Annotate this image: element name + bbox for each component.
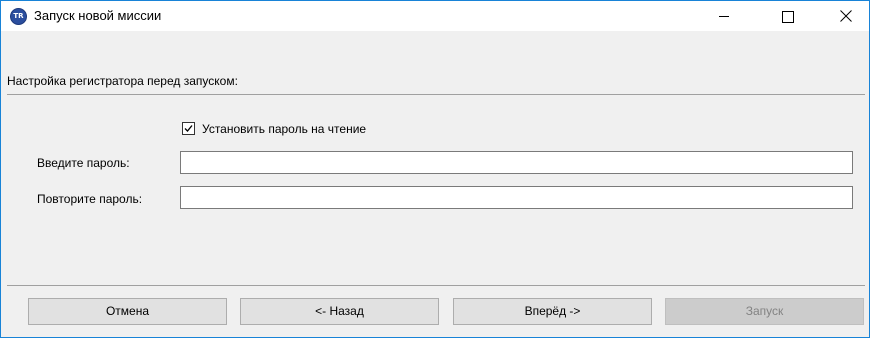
maximize-icon xyxy=(782,11,794,23)
title-bar[interactable]: TR Запуск новой миссии xyxy=(1,1,869,31)
enter-password-label: Введите пароль: xyxy=(37,156,130,170)
back-button[interactable]: <- Назад xyxy=(240,298,439,325)
close-button[interactable] xyxy=(823,1,869,31)
repeat-password-input[interactable] xyxy=(180,186,853,209)
set-password-label: Установить пароль на чтение xyxy=(202,122,367,136)
close-icon xyxy=(840,10,852,22)
maximize-button[interactable] xyxy=(765,1,811,31)
section-header: Настройка регистратора перед запуском: xyxy=(7,74,238,88)
minimize-button[interactable] xyxy=(701,1,747,31)
app-icon: TR xyxy=(10,8,27,25)
launch-button[interactable]: Запуск xyxy=(665,298,864,325)
checkmark-icon xyxy=(184,125,193,132)
window-title: Запуск новой миссии xyxy=(34,8,162,23)
footer-divider xyxy=(7,285,865,286)
minimize-icon xyxy=(719,16,729,17)
set-password-checkbox[interactable] xyxy=(182,122,195,135)
repeat-password-label: Повторите пароль: xyxy=(37,192,143,206)
header-divider xyxy=(7,94,865,95)
launch-mission-dialog: TR Запуск новой миссии Настройка регистр… xyxy=(0,0,870,338)
cancel-button[interactable]: Отмена xyxy=(28,298,227,325)
next-button[interactable]: Вперёд -> xyxy=(453,298,652,325)
enter-password-input[interactable] xyxy=(180,151,853,174)
